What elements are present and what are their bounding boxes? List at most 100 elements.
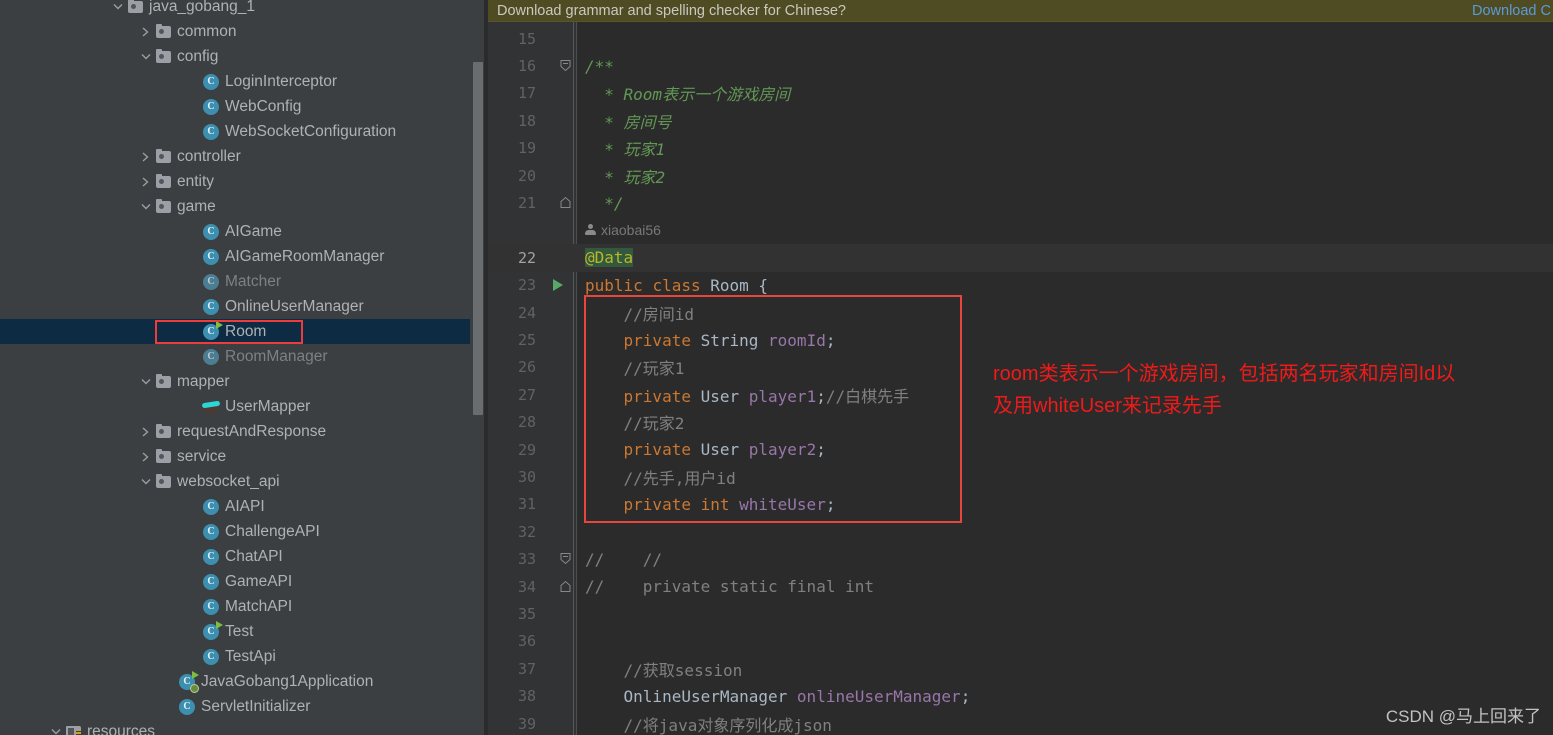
sidebar-vertical-scrollbar[interactable] [473, 62, 483, 415]
code-text: //房间id [585, 301, 695, 325]
code-line-37[interactable]: 37 //获取session [488, 655, 1553, 682]
tree-item-testapi[interactable]: C TestApi [0, 644, 470, 669]
tree-item-logininterceptor[interactable]: C LoginInterceptor [0, 69, 470, 94]
chevron-down-icon[interactable] [138, 44, 153, 69]
project-tree-panel[interactable]: java_gobang_1common config C LoginIntercept… [0, 0, 470, 735]
tree-item-webconfig[interactable]: C WebConfig [0, 94, 470, 119]
code-line-19[interactable]: 19 * 玩家1 [488, 135, 1553, 162]
tree-item-aigame[interactable]: C AIGame [0, 219, 470, 244]
chevron-down-icon[interactable] [110, 0, 125, 19]
tree-item-websocketconfiguration[interactable]: C WebSocketConfiguration [0, 119, 470, 144]
chevron-down-icon[interactable] [138, 469, 153, 494]
code-token: User [700, 386, 749, 406]
code-token: * Room表示一个游戏房间 [585, 85, 791, 105]
code-line-33[interactable]: 33 // // [488, 546, 1553, 573]
fold-collapsed-icon[interactable] [560, 580, 574, 594]
fold-expanded-icon[interactable] [560, 552, 574, 566]
code-line-34[interactable]: 34 // private static final int [488, 573, 1553, 600]
code-text: private String roomId; [585, 331, 836, 350]
code-line-15[interactable]: 15 [488, 25, 1553, 52]
java-class-icon: C [201, 344, 221, 369]
tree-item-websocket-api[interactable]: websocket_api [0, 469, 470, 494]
code-line-21[interactable]: 21 */ [488, 189, 1553, 216]
code-token: //白棋先手 [825, 386, 910, 406]
tree-item-label: ChallengeAPI [225, 522, 320, 540]
code-token: //将java对象序列化成json [585, 715, 832, 735]
code-line-18[interactable]: 18 * 房间号 [488, 107, 1553, 134]
code-token: */ [585, 193, 624, 213]
tree-item-game[interactable]: game [0, 194, 470, 219]
line-number: 28 [517, 413, 536, 432]
tree-item-aiapi[interactable]: C AIAPI [0, 494, 470, 519]
tree-item-label: GameAPI [225, 572, 293, 590]
tree-item-controller[interactable]: controller [0, 144, 470, 169]
code-token: ; [960, 686, 971, 706]
chevron-right-icon[interactable] [138, 444, 153, 469]
tree-item-requestandresponse[interactable]: requestAndResponse [0, 419, 470, 444]
tree-item-label: common [177, 22, 237, 40]
code-token: //房间id [585, 304, 695, 324]
code-line-24[interactable]: 24 //房间id [488, 299, 1553, 326]
tree-item-java-gobang-1[interactable]: java_gobang_1 [0, 0, 470, 19]
java-class-icon: C [201, 569, 221, 594]
code-token: private [623, 386, 701, 406]
code-line-31[interactable]: 31 private int whiteUser; [488, 491, 1553, 518]
code-editor[interactable]: Download grammar and spelling checker fo… [488, 0, 1553, 735]
tree-item-challengeapi[interactable]: C ChallengeAPI [0, 519, 470, 544]
chevron-down-icon[interactable] [138, 369, 153, 394]
code-line-25[interactable]: 25 private String roomId; [488, 326, 1553, 353]
tree-item-chatapi[interactable]: C ChatAPI [0, 544, 470, 569]
line-number: 17 [517, 84, 536, 103]
tree-item-config[interactable]: config [0, 44, 470, 69]
tree-item-room[interactable]: C Room [0, 319, 470, 344]
tree-item-roommanager[interactable]: C RoomManager [0, 344, 470, 369]
code-text: //先手,用户id [585, 465, 736, 489]
code-line-35[interactable]: 35 [488, 600, 1553, 627]
tree-item-onlineusermanager[interactable]: C OnlineUserManager [0, 294, 470, 319]
code-line-29[interactable]: 29 private User player2; [488, 436, 1553, 463]
tree-item-gameapi[interactable]: C GameAPI [0, 569, 470, 594]
tree-item-javagobang1application[interactable]: C JavaGobang1Application [0, 669, 470, 694]
chevron-right-icon[interactable] [138, 419, 153, 444]
code-line-17[interactable]: 17 * Room表示一个游戏房间 [488, 80, 1553, 107]
chevron-right-icon[interactable] [138, 144, 153, 169]
tree-item-service[interactable]: service [0, 444, 470, 469]
tree-item-mapper[interactable]: mapper [0, 369, 470, 394]
chevron-right-icon[interactable] [138, 169, 153, 194]
line-number: 23 [517, 276, 536, 295]
vcs-author-inlay[interactable]: xiaobai56 [585, 222, 661, 238]
tree-item-common[interactable]: common [0, 19, 470, 44]
tree-item-matcher[interactable]: C Matcher [0, 269, 470, 294]
tree-item-resources[interactable]: resources [0, 719, 470, 735]
code-text: */ [585, 193, 624, 213]
code-line-23[interactable]: 23 public class Room { [488, 272, 1553, 299]
fold-collapsed-icon[interactable] [560, 196, 574, 210]
code-line-20[interactable]: 20 * 玩家2 [488, 162, 1553, 189]
chevron-right-icon[interactable] [138, 19, 153, 44]
tree-item-servletinitializer[interactable]: C ServletInitializer [0, 694, 470, 719]
code-token: * 房间号 [585, 112, 672, 132]
tree-item-test[interactable]: C Test [0, 619, 470, 644]
code-line-22[interactable]: 22 @Data [488, 244, 1553, 272]
run-class-icon[interactable] [553, 279, 563, 292]
code-text: //玩家2 [585, 410, 685, 434]
code-token: // private static final int [585, 577, 874, 597]
code-line-16[interactable]: 16 /** [488, 52, 1553, 79]
notification-download-link[interactable]: Download C [1472, 3, 1551, 19]
line-number: 20 [517, 166, 536, 185]
inlay-hint-line[interactable]: xiaobai56 [488, 217, 1553, 244]
tree-item-usermapper[interactable]: UserMapper [0, 394, 470, 419]
line-number: 27 [517, 385, 536, 404]
chevron-down-icon[interactable] [138, 194, 153, 219]
tree-item-label: Test [225, 622, 254, 640]
tree-item-matchapi[interactable]: C MatchAPI [0, 594, 470, 619]
chevron-down-icon[interactable] [48, 719, 63, 735]
code-line-32[interactable]: 32 [488, 518, 1553, 545]
folder-icon [153, 194, 173, 219]
code-line-30[interactable]: 30 //先手,用户id [488, 463, 1553, 490]
code-line-36[interactable]: 36 [488, 628, 1553, 655]
tree-item-entity[interactable]: entity [0, 169, 470, 194]
tree-item-aigameroommanager[interactable]: C AIGameRoomManager [0, 244, 470, 269]
fold-expanded-icon[interactable] [560, 59, 574, 73]
code-text: * 玩家2 [585, 164, 665, 188]
